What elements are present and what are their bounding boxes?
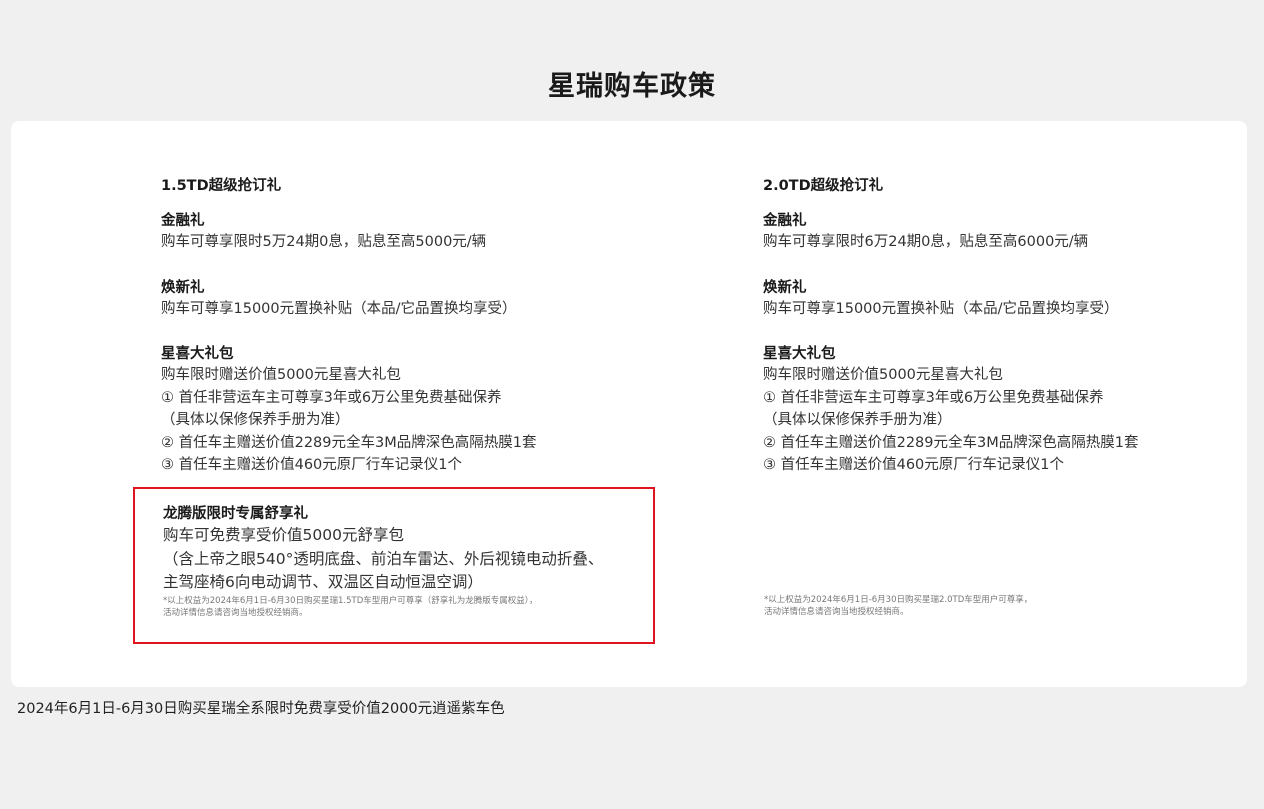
section-name: 焕新礼	[161, 279, 205, 296]
bottom-promo-note: 2024年6月1日-6月30日购买星瑞全系限时免费享受价值2000元逍遥紫车色	[17, 701, 505, 717]
policy-column-2-0td: 2.0TD超级抢订礼 金融礼 购车可尊享限时6万24期0息，贴息至高6000元/…	[763, 176, 1138, 501]
special-gift-line: 购车可免费享受价值5000元舒享包	[163, 526, 404, 544]
section-line: 购车可尊享限时5万24期0息，贴息至高5000元/辆	[161, 234, 487, 250]
renew-section: 焕新礼 购车可尊享15000元置换补贴（本品/它品置换均享受）	[161, 278, 536, 321]
policy-column-1-5td: 1.5TD超级抢订礼 金融礼 购车可尊享限时5万24期0息，贴息至高5000元/…	[161, 176, 536, 501]
renew-section: 焕新礼 购车可尊享15000元置换补贴（本品/它品置换均享受）	[763, 278, 1138, 321]
section-line: （具体以保修保养手册为准）	[161, 412, 350, 428]
right-footnote: *以上权益为2024年6月1日-6月30日购买星瑞2.0TD车型用户可尊享， 活…	[764, 594, 1032, 618]
section-line: ② 首任车主赠送价值2289元全车3M品牌深色高隔热膜1套	[763, 434, 1139, 451]
footnote: 活动详情信息请咨询当地授权经销商。	[764, 607, 909, 617]
column-heading: 1.5TD超级抢订礼	[161, 178, 282, 194]
special-gift-line: （含上帝之眼540°透明底盘、前泊车雷达、外后视镜电动折叠、	[163, 549, 604, 568]
section-line: 购车限时赠送价值5000元星喜大礼包	[161, 367, 401, 383]
section-line: （具体以保修保养手册为准）	[763, 412, 952, 428]
section-name: 金融礼	[763, 213, 807, 229]
gift-section: 星喜大礼包 购车限时赠送价值5000元星喜大礼包 ① 首任非营运车主可尊享3年或…	[763, 344, 1138, 477]
special-gift-line: 主驾座椅6向电动调节、双温区自动恒温空调）	[163, 573, 483, 591]
section-line: 购车可尊享限时6万24期0息，贴息至高6000元/辆	[763, 234, 1089, 250]
footnote: 活动详情信息请咨询当地授权经销商。	[163, 607, 308, 618]
footnote: *以上权益为2024年6月1日-6月30日购买星瑞2.0TD车型用户可尊享，	[764, 595, 1033, 605]
section-name: 焕新礼	[763, 279, 807, 296]
section-line: 购车限时赠送价值5000元星喜大礼包	[763, 367, 1003, 383]
finance-section: 金融礼 购车可尊享限时6万24期0息，贴息至高6000元/辆	[763, 211, 1138, 254]
footnote: *以上权益为2024年6月1日-6月30日购买星瑞1.5TD车型用户可尊享（舒享…	[163, 595, 538, 606]
finance-section: 金融礼 购车可尊享限时5万24期0息，贴息至高5000元/辆	[161, 211, 536, 254]
section-line: ① 首任非营运车主可尊享3年或6万公里免费基础保养	[763, 389, 1104, 406]
special-gift-name: 龙腾版限时专属舒享礼	[163, 506, 308, 522]
section-name: 金融礼	[161, 213, 205, 229]
section-line: ③ 首任车主赠送价值460元原厂行车记录仪1个	[161, 457, 463, 473]
section-line: ③ 首任车主赠送价值460元原厂行车记录仪1个	[763, 457, 1065, 473]
section-line: ① 首任非营运车主可尊享3年或6万公里免费基础保养	[161, 389, 502, 406]
section-line: 购车可尊享15000元置换补贴（本品/它品置换均享受）	[161, 300, 517, 317]
section-name: 星喜大礼包	[763, 346, 836, 362]
special-gift-highlight: 龙腾版限时专属舒享礼 购车可免费享受价值5000元舒享包 （含上帝之眼540°透…	[133, 487, 655, 644]
gift-section: 星喜大礼包 购车限时赠送价值5000元星喜大礼包 ① 首任非营运车主可尊享3年或…	[161, 344, 536, 477]
section-line: 购车可尊享15000元置换补贴（本品/它品置换均享受）	[763, 300, 1119, 317]
section-line: ② 首任车主赠送价值2289元全车3M品牌深色高隔热膜1套	[161, 434, 537, 451]
page-title: 星瑞购车政策	[548, 71, 716, 102]
column-heading: 2.0TD超级抢订礼	[763, 178, 884, 194]
section-name: 星喜大礼包	[161, 346, 234, 362]
